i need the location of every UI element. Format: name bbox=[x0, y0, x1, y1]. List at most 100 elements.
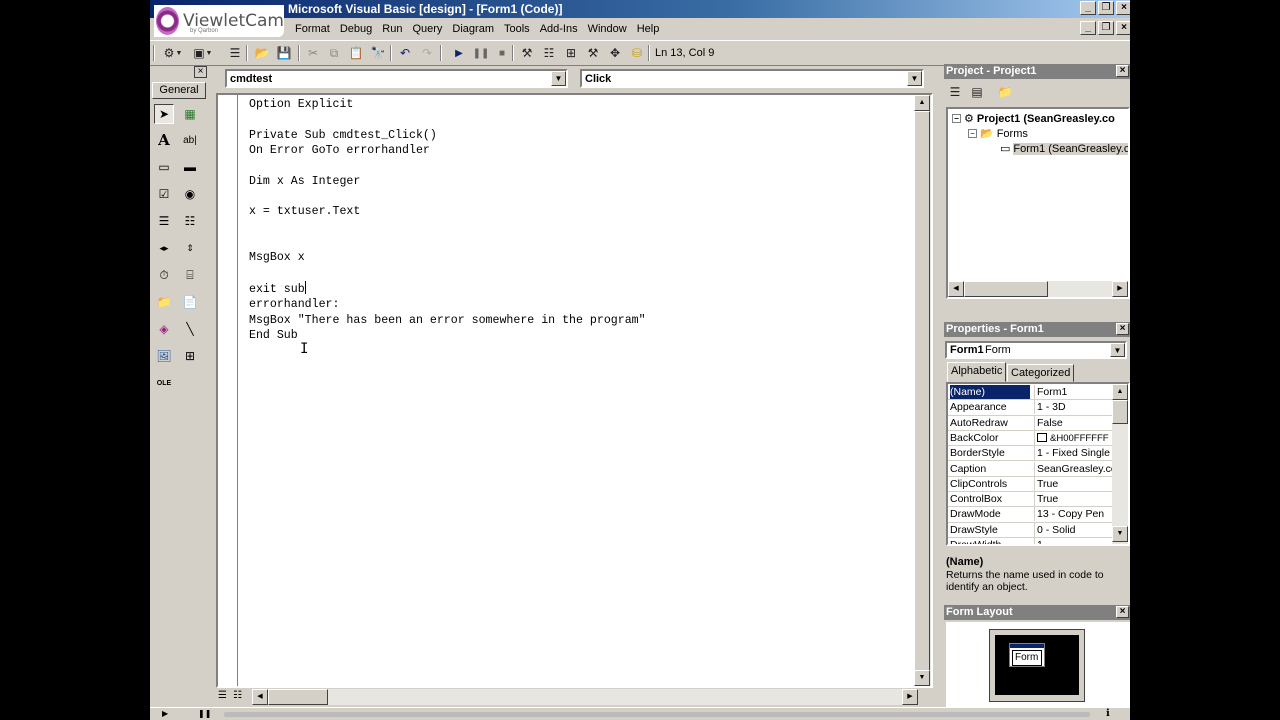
toolbox-tab-general[interactable]: General bbox=[152, 82, 206, 99]
properties-scroll-thumb[interactable] bbox=[1112, 400, 1128, 424]
properties-object-combo[interactable]: Form1 Form ▼ bbox=[945, 341, 1127, 359]
menu-item-diagram[interactable]: Diagram bbox=[447, 22, 499, 36]
code-line[interactable]: MsgBox "There has been an error somewher… bbox=[249, 313, 646, 328]
collapse-icon[interactable]: − bbox=[952, 114, 961, 123]
code-line[interactable]: exit sub bbox=[249, 281, 646, 297]
undo-icon[interactable]: ↶ bbox=[396, 45, 414, 61]
code-line[interactable] bbox=[249, 266, 646, 281]
property-value[interactable]: True bbox=[1034, 476, 1112, 491]
horizontal-scroll-thumb[interactable] bbox=[268, 689, 328, 705]
combobox-tool-icon[interactable]: ☰ bbox=[154, 211, 174, 231]
cut-icon[interactable]: ✂ bbox=[304, 45, 322, 61]
open-project-icon[interactable]: 📂 bbox=[253, 45, 271, 61]
property-value[interactable]: 0 - Solid bbox=[1034, 522, 1112, 537]
property-row[interactable]: ClipControls True bbox=[948, 476, 1112, 493]
child-minimize-button[interactable]: _ bbox=[1080, 21, 1096, 35]
close-button[interactable]: × bbox=[1116, 1, 1130, 15]
view-object-icon[interactable]: ▤ bbox=[968, 84, 986, 100]
scroll-up-icon[interactable]: ▲ bbox=[1112, 384, 1128, 400]
checkbox-tool-icon[interactable]: ☑ bbox=[154, 184, 174, 204]
hscrollbar-tool-icon[interactable]: ◂▸ bbox=[154, 238, 174, 258]
timer-tool-icon[interactable]: ⏱ bbox=[154, 265, 174, 285]
tree-item-project[interactable]: − ⚙ Project1 (SeanGreasley.co bbox=[952, 112, 1115, 125]
menu-item-format[interactable]: Format bbox=[290, 22, 335, 36]
code-line[interactable]: x = txtuser.Text bbox=[249, 204, 646, 219]
property-row[interactable]: BorderStyle 1 - Fixed Single bbox=[948, 446, 1112, 462]
data-tool-icon[interactable]: ⊞ bbox=[180, 346, 200, 366]
code-line[interactable] bbox=[249, 220, 646, 235]
scroll-right-icon[interactable]: ▶ bbox=[902, 689, 918, 705]
end-icon[interactable]: ■ bbox=[493, 45, 511, 61]
project-explorer-icon[interactable]: ⚒ bbox=[518, 45, 536, 61]
dirlistbox-tool-icon[interactable]: 📁 bbox=[154, 292, 174, 312]
find-icon[interactable]: 🔭 bbox=[369, 45, 387, 61]
add-project-dropdown-icon[interactable]: ▼ bbox=[174, 45, 184, 61]
pointer-tool-icon[interactable]: ➤ bbox=[154, 104, 174, 124]
object-browser-icon[interactable]: ⚒ bbox=[584, 45, 602, 61]
property-value[interactable]: 1 - 3D bbox=[1034, 400, 1112, 415]
tree-item-form1[interactable]: ▭ Form1 (SeanGreasley.c bbox=[1000, 142, 1128, 155]
chevron-down-icon[interactable]: ▼ bbox=[1110, 343, 1125, 357]
start-icon[interactable]: ▶ bbox=[450, 45, 468, 61]
code-line[interactable] bbox=[249, 158, 646, 173]
code-line[interactable]: MsgBox x bbox=[249, 250, 646, 265]
property-value[interactable]: 1 bbox=[1034, 538, 1112, 544]
property-value[interactable]: False bbox=[1034, 415, 1112, 430]
scroll-right-icon[interactable]: ▶ bbox=[1112, 281, 1128, 297]
code-line[interactable]: Dim x As Integer bbox=[249, 174, 646, 189]
procedure-combo[interactable]: Click ▼ bbox=[580, 69, 924, 88]
restore-button[interactable]: ❐ bbox=[1098, 1, 1114, 15]
full-module-view-icon[interactable]: ☷ bbox=[233, 690, 242, 701]
frame-tool-icon[interactable]: ▭ bbox=[154, 157, 174, 177]
project-hscrollbar[interactable]: ◀ ▶ bbox=[948, 281, 1128, 297]
property-row[interactable]: Caption SeanGreasley.co bbox=[948, 461, 1112, 477]
code-line[interactable]: Private Sub cmdtest_Click() bbox=[249, 128, 646, 143]
collapse-icon[interactable]: − bbox=[968, 129, 977, 138]
close-icon[interactable]: × bbox=[1116, 65, 1129, 77]
code-line[interactable]: End Sub bbox=[249, 328, 646, 343]
textbox-tool-icon[interactable]: ab| bbox=[180, 130, 200, 150]
code-line[interactable]: Option Explicit bbox=[249, 97, 646, 112]
listbox-tool-icon[interactable]: ☷ bbox=[180, 211, 200, 231]
close-icon[interactable]: × bbox=[1116, 323, 1129, 335]
vertical-scrollbar[interactable]: ▲ ▼ bbox=[914, 95, 931, 686]
line-tool-icon[interactable]: ╲ bbox=[180, 319, 200, 339]
data-view-icon[interactable]: ⛁ bbox=[628, 45, 646, 61]
code-line[interactable] bbox=[249, 235, 646, 250]
property-row[interactable]: AutoRedraw False bbox=[948, 415, 1112, 431]
code-margin[interactable] bbox=[218, 95, 238, 686]
property-row[interactable]: DrawMode 13 - Copy Pen bbox=[948, 507, 1112, 523]
save-project-icon[interactable]: 💾 bbox=[275, 45, 293, 61]
minimize-button[interactable]: _ bbox=[1080, 1, 1096, 15]
menu-item-query[interactable]: Query bbox=[407, 22, 447, 36]
scroll-down-icon[interactable]: ▼ bbox=[914, 670, 930, 686]
menu-item-window[interactable]: Window bbox=[583, 22, 632, 36]
ole-tool-icon[interactable]: OLE bbox=[154, 373, 174, 393]
drivelistbox-tool-icon[interactable]: ⌸ bbox=[180, 265, 200, 285]
scroll-up-icon[interactable]: ▲ bbox=[914, 95, 930, 111]
vscrollbar-tool-icon[interactable]: ⇕ bbox=[180, 238, 200, 258]
optionbutton-tool-icon[interactable]: ◉ bbox=[180, 184, 200, 204]
object-combo[interactable]: cmdtest ▼ bbox=[225, 69, 568, 88]
shape-tool-icon[interactable]: ◈ bbox=[154, 319, 174, 339]
vertical-scroll-thumb[interactable] bbox=[914, 111, 930, 671]
property-value[interactable]: SeanGreasley.co bbox=[1034, 461, 1112, 476]
code-line[interactable]: errorhandler: bbox=[249, 297, 646, 312]
code-line[interactable] bbox=[249, 112, 646, 127]
project-scroll-thumb[interactable] bbox=[964, 281, 1048, 297]
form-preview[interactable]: Form bbox=[1009, 643, 1045, 667]
break-icon[interactable]: ❚❚ bbox=[472, 45, 490, 61]
property-row[interactable]: DrawStyle 0 - Solid bbox=[948, 522, 1112, 538]
property-value[interactable]: 13 - Copy Pen bbox=[1034, 507, 1112, 522]
redo-icon[interactable]: ↷ bbox=[418, 45, 436, 61]
view-code-icon[interactable]: ☰ bbox=[946, 84, 964, 100]
properties-window-icon[interactable]: ☷ bbox=[540, 45, 558, 61]
properties-vscrollbar[interactable]: ▲ ▼ bbox=[1112, 384, 1128, 544]
code-line[interactable] bbox=[249, 189, 646, 204]
menu-item-tools[interactable]: Tools bbox=[499, 22, 535, 36]
procedure-view-icon[interactable]: ☰ bbox=[218, 690, 227, 701]
chevron-down-icon[interactable]: ▼ bbox=[907, 71, 922, 86]
menu-item-run[interactable]: Run bbox=[377, 22, 407, 36]
code-line[interactable]: On Error GoTo errorhandler bbox=[249, 143, 646, 158]
property-row[interactable]: BackColor &H00FFFFFF bbox=[948, 430, 1112, 447]
